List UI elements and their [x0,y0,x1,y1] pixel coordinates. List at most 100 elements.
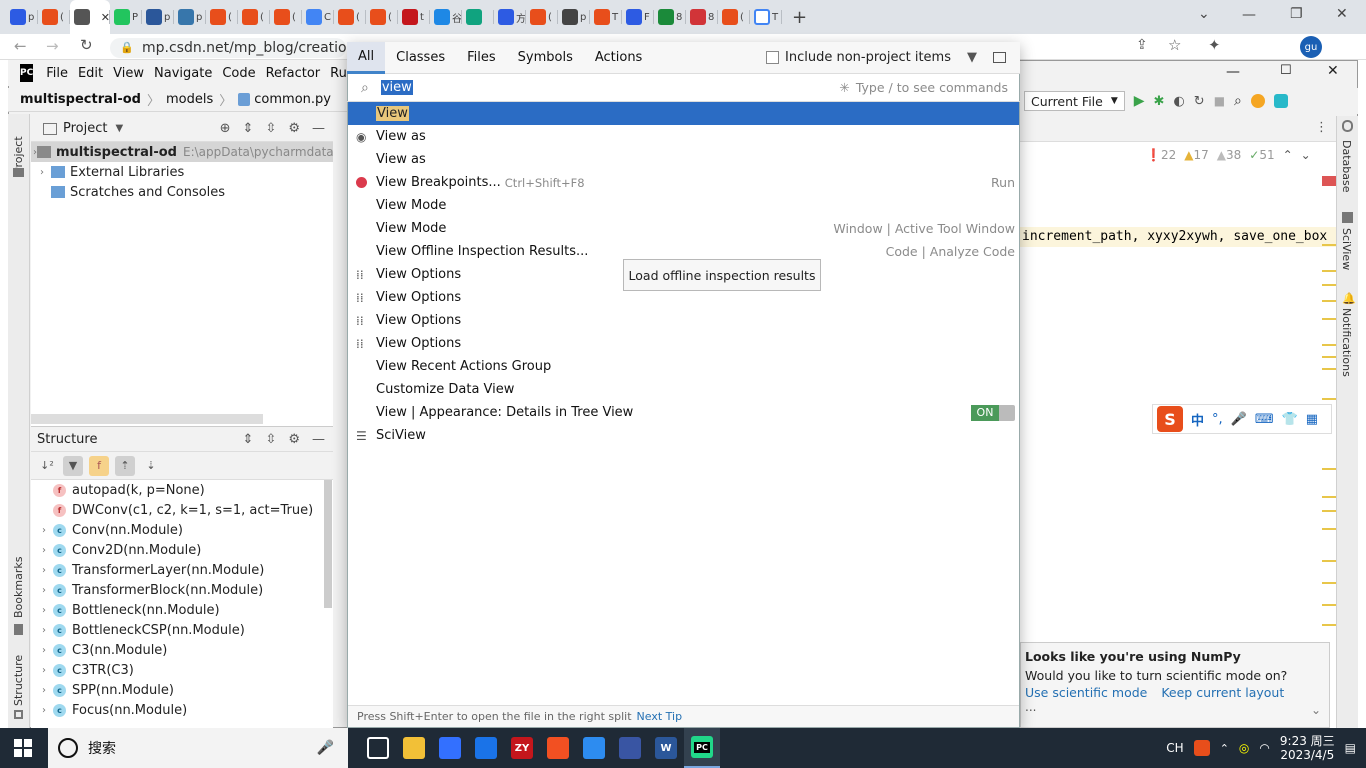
filter-icon[interactable]: ▼ [63,455,83,476]
structure-row[interactable]: › c C3TR(C3) [31,660,333,680]
run-icon[interactable]: ▶ [1134,93,1145,109]
wifi-icon[interactable]: ◠ [1259,741,1269,755]
keyboard-icon[interactable]: ⌨ [1255,412,1274,427]
project-tree-row[interactable]: Scratches and Consoles [31,182,333,202]
structure-row[interactable]: › c SPP(nn.Module) [31,680,333,700]
search-result-item[interactable]: View [348,102,1019,125]
run-config-select[interactable]: Current File ▼ [1024,91,1125,111]
warning-stripe-mark[interactable] [1322,344,1336,346]
error-stripe-mark[interactable] [1322,176,1336,186]
menu-view[interactable]: View [108,66,149,81]
extensions-icon[interactable]: ✦ [1208,36,1221,54]
chevron-right-icon[interactable]: › [35,685,53,696]
structure-row[interactable]: › c Focus(nn.Module) [31,700,333,720]
clock[interactable]: 9:23 周三 2023/4/5 [1280,734,1335,762]
taskbar-file-explorer[interactable] [396,728,432,768]
search-result-item[interactable]: View Breakpoints... Ctrl+Shift+F8 Run [348,171,1019,194]
share-icon[interactable]: ⇪ [1136,37,1148,53]
browser-tab[interactable]: ( [270,0,302,34]
taskbar-feishu[interactable] [432,728,468,768]
structure-row[interactable]: › c Conv2D(nn.Module) [31,540,333,560]
warning-stripe-mark[interactable] [1322,604,1336,606]
ide-maximize-icon[interactable]: ☐ [1280,63,1292,78]
gear-icon[interactable]: ⚙ [288,121,300,136]
structure-row[interactable]: › c BottleneckCSP(nn.Module) [31,620,333,640]
horizontal-scrollbar[interactable] [31,414,263,424]
breadcrumb-folder[interactable]: models [166,92,213,107]
warning-stripe-mark[interactable] [1322,468,1336,470]
database-tool-tab[interactable]: Database [1340,140,1353,193]
next-tip-link[interactable]: Next Tip [637,710,683,723]
reload-icon[interactable]: ↻ [80,36,93,54]
taskbar-zy[interactable]: ZY [504,728,540,768]
more-tabs-icon[interactable]: ⋮ [1315,120,1328,135]
taskbar-task-view[interactable] [360,728,396,768]
browser-tab[interactable]: ( [38,0,70,34]
browser-tab[interactable]: T [590,0,622,34]
browser-tab[interactable]: ( [366,0,398,34]
chevron-right-icon[interactable]: › [35,585,53,596]
search-icon[interactable]: ⌕ [1234,93,1242,109]
search-result-item[interactable]: View | Appearance: Details in Tree View O… [348,401,1019,424]
windows-start-icon[interactable] [14,739,32,757]
warning-stripe-mark[interactable] [1322,356,1336,358]
search-result-item[interactable]: View Mode [348,194,1019,217]
warning-stripe-mark[interactable] [1322,318,1336,320]
browser-tab[interactable]: ( [238,0,270,34]
chevron-right-icon[interactable]: › [35,705,53,716]
chevron-up-icon[interactable]: ⌃ [1283,148,1293,162]
chevron-down-icon[interactable]: ⌄ [1311,703,1321,717]
jetbrains-icon[interactable] [1273,94,1288,108]
browser-tab[interactable]: T [750,0,782,34]
bookmark-star-icon[interactable]: ☆ [1168,36,1181,54]
sort-alpha-icon[interactable]: ↓² [37,456,57,476]
use-scientific-mode-link[interactable]: Use scientific mode [1025,685,1147,700]
taskbar-chrome[interactable] [468,728,504,768]
taskbar-orange-app[interactable] [540,728,576,768]
browser-tab[interactable]: C [302,0,334,34]
warning-stripe-mark[interactable] [1322,368,1336,370]
search-input[interactable]: view [380,80,413,95]
chevron-up-icon[interactable]: ⌃ [1220,742,1229,755]
warning-stripe-mark[interactable] [1322,284,1336,286]
browser-tab[interactable]: ( [718,0,750,34]
chevron-down-icon[interactable]: ▼ [115,123,123,134]
search-result-item[interactable]: View as [348,148,1019,171]
chevron-right-icon[interactable]: › [35,605,53,616]
chevron-right-icon[interactable]: › [35,665,53,676]
tab-symbols[interactable]: Symbols [507,42,584,74]
notifications-tool-tab[interactable]: Notifications [1340,308,1353,377]
tab-actions[interactable]: Actions [584,42,654,74]
expand-all-icon[interactable]: ⇕ [243,432,254,447]
browser-tab[interactable]: 谷 [430,0,462,34]
warning-stripe-mark[interactable] [1322,398,1336,400]
browser-tab[interactable]: 方 [494,0,526,34]
browser-tab[interactable]: p [142,0,174,34]
skin-icon[interactable]: 👕 [1282,412,1298,427]
coverage-icon[interactable]: ◐ [1173,94,1184,109]
taskbar-visio[interactable] [612,728,648,768]
include-non-project-checkbox[interactable] [766,51,780,64]
structure-row[interactable]: › c Bottleneck(nn.Module) [31,600,333,620]
tab-search-icon[interactable]: ⌄ [1198,6,1210,22]
breadcrumb-file[interactable]: common.py [254,92,331,107]
structure-row[interactable]: › c C3(nn.Module) [31,640,333,660]
menu-navigate[interactable]: Navigate [149,66,217,81]
stop-icon[interactable]: ■ [1214,94,1225,108]
update-icon[interactable] [1250,94,1265,108]
hide-icon[interactable]: — [312,432,325,447]
inspection-widget[interactable]: ❗22 ▲17 ▲38 ✓51 ⌃ ⌄ [1146,148,1311,162]
warning-stripe-mark[interactable] [1322,510,1336,512]
chevron-right-icon[interactable]: › [35,565,53,576]
menu-edit[interactable]: Edit [73,66,108,81]
code-line[interactable]: increment_path, xyxy2xywh, save_one_box [1020,227,1336,247]
punctuation-icon[interactable]: °, [1212,412,1223,427]
structure-tool-tab[interactable]: Structure [12,655,25,706]
taskbar-pycharm[interactable]: PC [684,728,720,768]
warning-stripe-mark[interactable] [1322,300,1336,302]
back-icon[interactable]: ← [14,37,27,55]
chevron-right-icon[interactable]: › [35,545,53,556]
chevron-right-icon[interactable]: › [33,167,51,178]
profile-avatar[interactable]: gu [1300,36,1322,58]
structure-row[interactable]: › c Conv(nn.Module) [31,520,333,540]
